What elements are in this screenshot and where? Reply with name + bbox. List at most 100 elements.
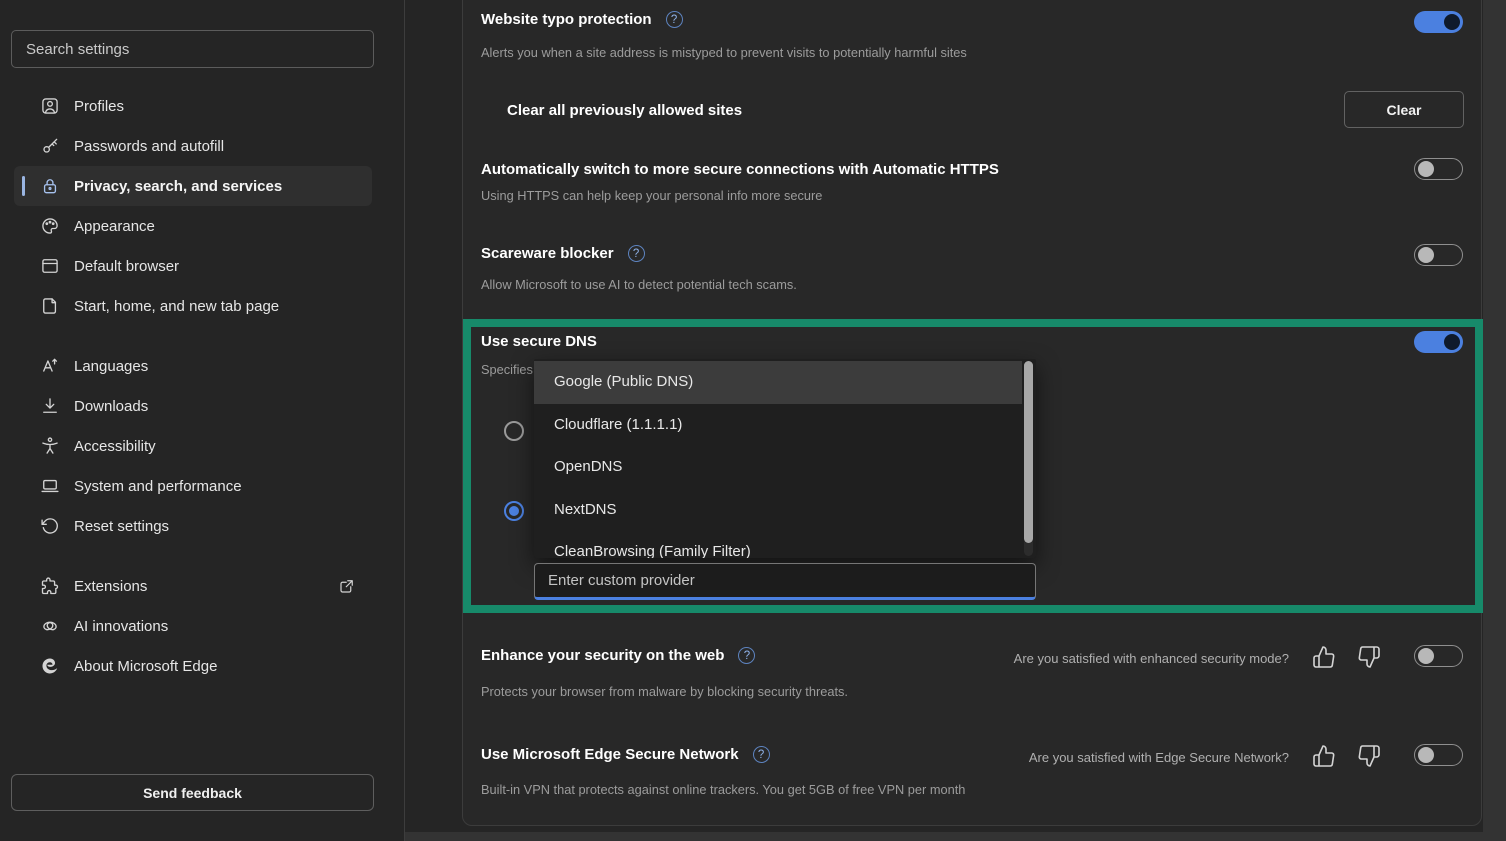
toggle-knob bbox=[1418, 648, 1434, 664]
secure-dns-title-row: Use secure DNS bbox=[481, 333, 597, 350]
annotation-highlight-box: Use secure DNS Specifies Google (Public … bbox=[463, 319, 1483, 613]
sidebar-item-label: Reset settings bbox=[74, 518, 169, 535]
download-icon bbox=[40, 396, 60, 416]
privacy-settings-card: Website typo protection ? Alerts you whe… bbox=[462, 0, 1482, 826]
website-typo-description: Alerts you when a site address is mistyp… bbox=[481, 45, 967, 60]
toggle-knob bbox=[1418, 247, 1434, 263]
toggle-knob bbox=[1444, 334, 1460, 350]
clear-allowed-label: Clear all previously allowed sites bbox=[507, 102, 742, 119]
sidebar-item-languages[interactable]: Languages bbox=[14, 346, 372, 386]
dns-provider-dropdown: Google (Public DNS) Cloudflare (1.1.1.1)… bbox=[534, 359, 1036, 558]
auto-https-toggle[interactable] bbox=[1414, 158, 1463, 180]
page-icon bbox=[40, 296, 60, 316]
choose-provider-radio[interactable] bbox=[504, 501, 524, 521]
thumbs-down-icon[interactable] bbox=[1357, 744, 1381, 768]
dropdown-scrollbar-thumb[interactable] bbox=[1024, 361, 1033, 543]
secure-network-toggle[interactable] bbox=[1414, 744, 1463, 766]
sidebar-item-ai-innovations[interactable]: AI innovations bbox=[14, 606, 372, 646]
thumbs-up-icon[interactable] bbox=[1312, 744, 1336, 768]
scareware-title: Scareware blocker bbox=[481, 245, 614, 262]
sidebar-item-label: About Microsoft Edge bbox=[74, 658, 217, 675]
secure-dns-description-fragment: Specifies bbox=[481, 362, 533, 377]
dropdown-option-opendns[interactable]: OpenDNS bbox=[534, 446, 1022, 489]
help-icon[interactable]: ? bbox=[738, 647, 755, 664]
sidebar-item-label: Accessibility bbox=[74, 438, 156, 455]
edge-settings-page: { "sidebar": { "search_placeholder": "Se… bbox=[0, 0, 1506, 841]
sidebar-item-extensions[interactable]: Extensions bbox=[14, 566, 372, 606]
scareware-toggle[interactable] bbox=[1414, 244, 1463, 266]
auto-https-title: Automatically switch to more secure conn… bbox=[481, 161, 999, 178]
enhance-security-feedback-question: Are you satisfied with enhanced security… bbox=[1014, 651, 1289, 666]
dropdown-option-nextdns[interactable]: NextDNS bbox=[534, 489, 1022, 532]
profiles-icon bbox=[40, 96, 60, 116]
custom-provider-input[interactable] bbox=[534, 563, 1036, 600]
accessibility-icon bbox=[40, 436, 60, 456]
sidebar-item-passwords[interactable]: Passwords and autofill bbox=[14, 126, 372, 166]
sidebar-item-label: Profiles bbox=[74, 98, 124, 115]
help-icon[interactable]: ? bbox=[628, 245, 645, 262]
scareware-title-row: Scareware blocker ? bbox=[481, 245, 645, 262]
website-typo-title: Website typo protection bbox=[481, 11, 652, 28]
sidebar-item-label: Default browser bbox=[74, 258, 179, 275]
puzzle-icon bbox=[40, 576, 60, 596]
sidebar-item-about-edge[interactable]: About Microsoft Edge bbox=[14, 646, 372, 686]
laptop-icon bbox=[40, 476, 60, 496]
sidebar-item-label: Passwords and autofill bbox=[74, 138, 224, 155]
sidebar-item-label: Extensions bbox=[74, 578, 147, 595]
auto-https-description: Using HTTPS can help keep your personal … bbox=[481, 188, 822, 203]
secure-network-description: Built-in VPN that protects against onlin… bbox=[481, 782, 965, 797]
thumbs-down-icon[interactable] bbox=[1357, 645, 1381, 669]
lock-icon bbox=[40, 176, 60, 196]
edge-logo-icon bbox=[40, 656, 60, 676]
current-provider-radio[interactable] bbox=[504, 421, 524, 441]
dropdown-option-cleanbrowsing[interactable]: CleanBrowsing (Family Filter) bbox=[534, 531, 1022, 558]
sidebar-item-accessibility[interactable]: Accessibility bbox=[14, 426, 372, 466]
sidebar-item-downloads[interactable]: Downloads bbox=[14, 386, 372, 426]
sidebar-item-start-home[interactable]: Start, home, and new tab page bbox=[14, 286, 372, 326]
translate-icon bbox=[40, 356, 60, 376]
dropdown-option-cloudflare[interactable]: Cloudflare (1.1.1.1) bbox=[534, 404, 1022, 447]
help-icon[interactable]: ? bbox=[753, 746, 770, 763]
nav-group-gap bbox=[14, 546, 372, 566]
sidebar-item-label: AI innovations bbox=[74, 618, 168, 635]
enhance-security-description: Protects your browser from malware by bl… bbox=[481, 684, 848, 699]
nav-group-gap bbox=[14, 326, 372, 346]
sidebar-item-appearance[interactable]: Appearance bbox=[14, 206, 372, 246]
palette-icon bbox=[40, 216, 60, 236]
secure-network-title-row: Use Microsoft Edge Secure Network ? bbox=[481, 746, 770, 763]
scareware-description: Allow Microsoft to use AI to detect pote… bbox=[481, 277, 797, 292]
browser-window-icon bbox=[40, 256, 60, 276]
website-typo-title-row: Website typo protection ? bbox=[481, 11, 683, 28]
secure-network-title: Use Microsoft Edge Secure Network bbox=[481, 746, 739, 763]
enhance-security-title-row: Enhance your security on the web ? bbox=[481, 647, 755, 664]
dropdown-option-google[interactable]: Google (Public DNS) bbox=[534, 361, 1022, 404]
sidebar-item-default-browser[interactable]: Default browser bbox=[14, 246, 372, 286]
sidebar-item-label: System and performance bbox=[74, 478, 242, 495]
secure-dns-title: Use secure DNS bbox=[481, 333, 597, 350]
website-typo-toggle[interactable] bbox=[1414, 11, 1463, 33]
sidebar-item-reset-settings[interactable]: Reset settings bbox=[14, 506, 372, 546]
secure-dns-toggle[interactable] bbox=[1414, 331, 1463, 353]
copilot-icon bbox=[40, 616, 60, 636]
sidebar-item-label: Downloads bbox=[74, 398, 148, 415]
clear-button[interactable]: Clear bbox=[1344, 91, 1464, 128]
send-feedback-button[interactable]: Send feedback bbox=[11, 774, 374, 811]
sidebar-item-label: Privacy, search, and services bbox=[74, 178, 282, 195]
enhance-security-toggle[interactable] bbox=[1414, 645, 1463, 667]
sidebar-item-system-performance[interactable]: System and performance bbox=[14, 466, 372, 506]
auto-https-title-row: Automatically switch to more secure conn… bbox=[481, 161, 999, 178]
sidebar-item-label: Start, home, and new tab page bbox=[74, 298, 279, 315]
thumbs-up-icon[interactable] bbox=[1312, 645, 1336, 669]
search-input[interactable] bbox=[11, 30, 374, 68]
help-icon[interactable]: ? bbox=[666, 11, 683, 28]
sidebar-item-privacy[interactable]: Privacy, search, and services bbox=[14, 166, 372, 206]
toggle-knob bbox=[1444, 14, 1460, 30]
sidebar-divider bbox=[404, 0, 405, 841]
toggle-knob bbox=[1418, 161, 1434, 177]
external-link-icon bbox=[338, 577, 356, 595]
sidebar-item-label: Languages bbox=[74, 358, 148, 375]
sidebar-item-profiles[interactable]: Profiles bbox=[14, 86, 372, 126]
enhance-security-title: Enhance your security on the web bbox=[481, 647, 724, 664]
key-icon bbox=[40, 136, 60, 156]
sidebar-item-label: Appearance bbox=[74, 218, 155, 235]
